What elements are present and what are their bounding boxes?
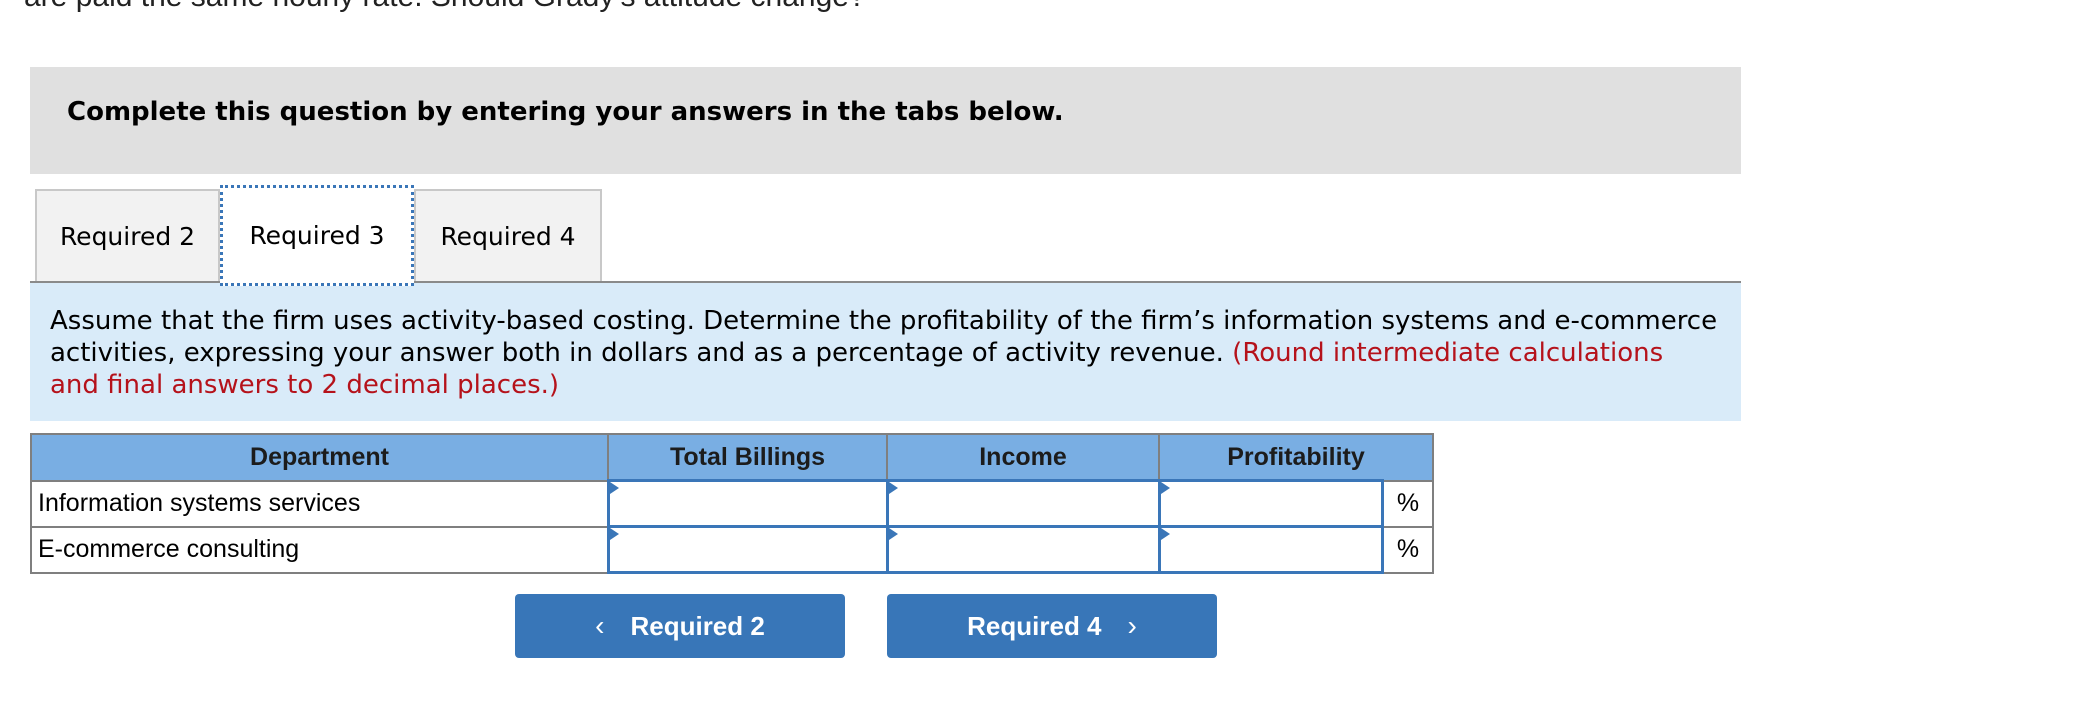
total-billings-input[interactable] [609, 482, 886, 525]
instruction-banner: Complete this question by entering your … [30, 67, 1741, 174]
tab-label: Required 3 [249, 221, 385, 250]
profitability-cell [1157, 525, 1384, 574]
answer-table: Department Total Billings Income Profita… [30, 433, 1434, 574]
tab-required-2[interactable]: Required 2 [35, 189, 220, 281]
chevron-left-icon: ‹ [595, 610, 605, 641]
input-marker-icon [888, 482, 898, 494]
total-billings-cell [606, 479, 889, 528]
total-billings-input[interactable] [609, 528, 886, 571]
income-cell [885, 525, 1161, 574]
input-marker-icon [609, 482, 619, 494]
department-cell: E-commerce consulting [30, 525, 609, 574]
input-marker-icon [1160, 482, 1170, 494]
tab-required-3[interactable]: Required 3 [220, 185, 414, 286]
table-row: Information systems services % [30, 479, 1434, 528]
header-department: Department [30, 433, 609, 482]
tab-label: Required 2 [59, 221, 196, 251]
income-input[interactable] [888, 528, 1158, 571]
question-panel: Assume that the firm uses activity-based… [30, 283, 1741, 421]
question-prompt: Assume that the firm uses activity-based… [50, 305, 1720, 401]
total-billings-cell [606, 525, 889, 574]
department-cell: Information systems services [30, 479, 609, 528]
profitability-cell [1157, 479, 1384, 528]
header-total-billings: Total Billings [607, 433, 888, 482]
table-header-row: Department Total Billings Income Profita… [30, 433, 1434, 482]
instruction-text: Complete this question by entering your … [67, 97, 1064, 127]
percent-unit: % [1381, 525, 1434, 574]
profitability-input[interactable] [1160, 482, 1381, 525]
input-marker-icon [1160, 528, 1170, 540]
tab-required-4[interactable]: Required 4 [414, 189, 602, 281]
next-required-4-button[interactable]: Required 4 › [887, 594, 1217, 658]
chevron-right-icon: › [1127, 610, 1137, 641]
income-cell [885, 479, 1161, 528]
input-marker-icon [888, 528, 898, 540]
input-marker-icon [609, 528, 619, 540]
table-row: E-commerce consulting % [30, 525, 1434, 574]
next-button-label: Required 4 [967, 610, 1102, 641]
question-text: are paid the same hourly rate. Should Gr… [24, 0, 866, 14]
header-profitability: Profitability [1158, 433, 1434, 482]
tab-label: Required 4 [440, 221, 576, 251]
prev-button-label: Required 2 [630, 610, 765, 641]
income-input[interactable] [888, 482, 1158, 525]
profitability-input[interactable] [1160, 528, 1381, 571]
header-income: Income [886, 433, 1160, 482]
percent-unit: % [1381, 479, 1434, 528]
prev-required-2-button[interactable]: ‹ Required 2 [515, 594, 845, 658]
